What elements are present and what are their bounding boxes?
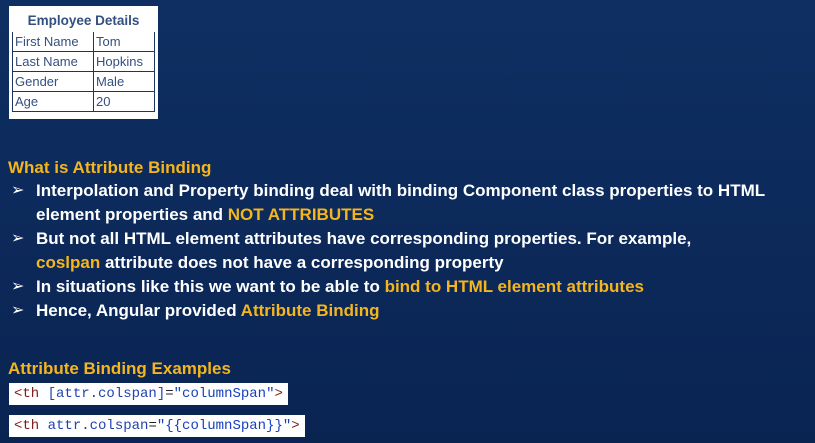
table-row: Gender Male [12, 71, 155, 92]
code-tag-open: <th [14, 418, 40, 434]
arrow-bullet-icon: ➢ [11, 302, 25, 319]
row-key-first-name: First Name [12, 31, 94, 52]
row-value-first-name: Tom [93, 31, 155, 52]
code-tag-close: > [291, 418, 300, 434]
table-row: Age 20 [12, 91, 155, 112]
examples-heading: Attribute Binding Examples [8, 359, 231, 378]
list-item: ➢ But not all HTML element attributes ha… [8, 227, 808, 275]
code-example-1: <th [attr.colspan]="columnSpan"> [9, 383, 288, 405]
code-tag-close: > [274, 386, 283, 402]
bullet-2-highlight: coslpan [36, 253, 101, 272]
bullet-3-text: In situations like this we want to be ab… [36, 277, 385, 296]
code-value: "columnSpan" [173, 386, 275, 402]
employee-details-table: Employee Details First Name Tom Last Nam… [12, 9, 155, 112]
bullet-1-text: Interpolation and Property binding deal … [36, 181, 765, 224]
code-tag-open: <th [14, 386, 40, 402]
code-attribute: [attr.colspan] [39, 386, 166, 402]
bullet-list: ➢ Interpolation and Property binding dea… [8, 179, 808, 323]
row-key-age: Age [12, 91, 94, 112]
bullet-2-text: But not all HTML element attributes have… [36, 229, 692, 248]
arrow-bullet-icon: ➢ [11, 182, 25, 199]
section-heading: What is Attribute Binding [8, 158, 212, 177]
arrow-bullet-icon: ➢ [11, 230, 25, 247]
employee-table-title: Employee Details [12, 9, 155, 32]
list-item: ➢ In situations like this we want to be … [8, 275, 808, 299]
code-value: "{{columnSpan}}" [156, 418, 292, 434]
bullet-4-highlight: Attribute Binding [240, 301, 380, 320]
code-example-2: <th attr.colspan="{{columnSpan}}"> [9, 415, 305, 437]
code-attribute: attr.colspan [39, 418, 149, 434]
bullet-3-highlight: bind to HTML element attributes [384, 277, 644, 296]
arrow-bullet-icon: ➢ [11, 278, 25, 295]
table-row: Last Name Hopkins [12, 51, 155, 72]
row-key-last-name: Last Name [12, 51, 94, 72]
list-item: ➢ Hence, Angular provided Attribute Bind… [8, 299, 808, 323]
bullet-4-text: Hence, Angular provided [36, 301, 241, 320]
bullet-2-rest: attribute does not have a corresponding … [100, 253, 504, 272]
row-value-last-name: Hopkins [93, 51, 155, 72]
attribute-binding-section: What is Attribute Binding ➢ Interpolatio… [8, 157, 808, 323]
table-row: First Name Tom [12, 31, 155, 52]
row-value-gender: Male [93, 71, 155, 92]
code-equals: = [165, 386, 174, 402]
list-item: ➢ Interpolation and Property binding dea… [8, 179, 808, 227]
code-equals: = [148, 418, 157, 434]
row-key-gender: Gender [12, 71, 94, 92]
row-value-age: 20 [93, 91, 155, 112]
bullet-1-highlight: NOT ATTRIBUTES [227, 205, 375, 224]
employee-details-panel: Employee Details First Name Tom Last Nam… [9, 6, 158, 119]
